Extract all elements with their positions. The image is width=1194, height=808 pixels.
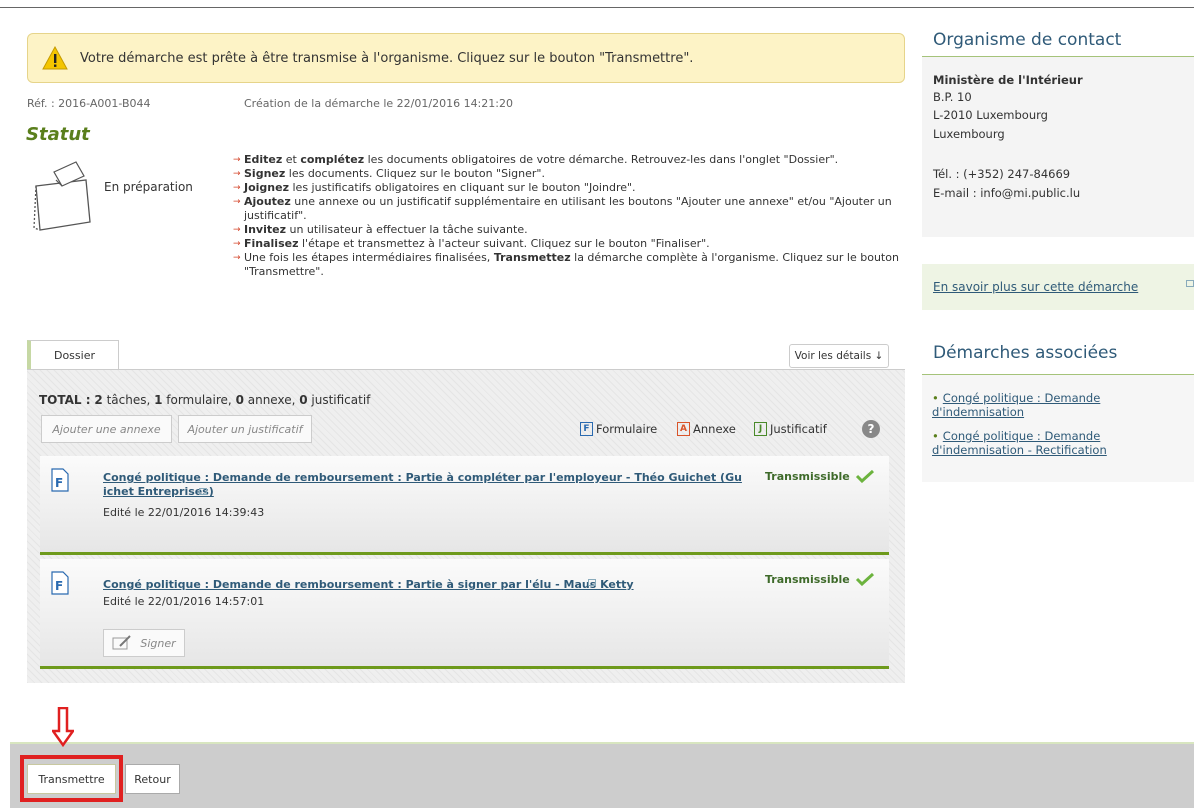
task-edited: Edité le 22/01/2016 14:57:01 (103, 595, 265, 608)
associated-title: Démarches associées (933, 343, 1118, 363)
check-icon (855, 469, 874, 483)
form-file-icon: F (51, 468, 69, 492)
step-item: Joignez les justificatifs obligatoires e… (233, 181, 905, 195)
contact-email: E-mail : info@mi.public.lu (933, 186, 1081, 200)
notice-text: Votre démarche est prête à être transmis… (80, 50, 694, 66)
legend-annex: A Annexe (677, 422, 736, 436)
associated-box: • Congé politique : Demande d'indemnisati… (922, 374, 1194, 482)
check-icon (855, 572, 874, 586)
step-item: Signez les documents. Cliquez sur le bou… (233, 167, 905, 181)
annex-icon: A (677, 422, 690, 436)
step-item: Une fois les étapes intermédiaires final… (233, 251, 905, 279)
folder-icon (33, 161, 91, 231)
legend-justif: J Justificatif (754, 422, 827, 436)
status-title: Statut (26, 124, 90, 145)
creation-date: Création de la démarche le 22/01/2016 14… (244, 97, 513, 110)
contact-address-line: L-2010 Luxembourg (933, 108, 1048, 122)
legend-form: F Formulaire (580, 422, 657, 436)
contact-box: Ministère de l'Intérieur B.P. 10 L-2010 … (922, 56, 1194, 237)
reference: Réf. : 2016-A001-B044 (27, 97, 151, 110)
signature-icon (112, 635, 132, 650)
external-link-icon (588, 579, 596, 586)
external-link-icon (1186, 280, 1194, 287)
tab-dossier[interactable]: Dossier (27, 340, 119, 370)
total-summary: TOTAL : 2 tâches, 1 formulaire, 0 annexe… (39, 393, 371, 407)
task-state: Transmissible (765, 469, 875, 483)
more-info-box: En savoir plus sur cette démarche (922, 264, 1194, 310)
footer-bar (10, 742, 1194, 808)
task-state: Transmissible (765, 572, 875, 586)
form-icon: F (580, 422, 593, 436)
back-button[interactable]: Retour (125, 764, 180, 794)
ready-notice: Votre démarche est prête à être transmis… (27, 33, 905, 83)
step-item: Invitez un utilisateur à effectuer la tâ… (233, 223, 905, 237)
svg-text:F: F (55, 579, 63, 593)
task-title-link[interactable]: Congé politique : Demande de rembourseme… (103, 578, 634, 592)
associated-item: • Congé politique : Demande d'indemnisati… (932, 391, 1194, 419)
bullet-icon: • (932, 391, 939, 405)
task-edited: Edité le 22/01/2016 14:39:43 (103, 506, 265, 519)
associated-item: • Congé politique : Demande d'indemnisati… (932, 429, 1192, 457)
justificatif-icon: J (754, 422, 767, 436)
form-file-icon: F (51, 571, 69, 595)
svg-text:F: F (55, 476, 63, 490)
step-item: Editez et complétez les documents obliga… (233, 153, 905, 167)
add-annex-button[interactable]: Ajouter une annexe (41, 415, 172, 443)
step-item: Ajoutez une annexe ou un justificatif su… (233, 195, 905, 223)
step-item: Finalisez l'étape et transmettez à l'act… (233, 237, 905, 251)
steps-list: Editez et complétez les documents obliga… (233, 153, 905, 279)
arrow-down-icon (52, 707, 74, 747)
associated-link[interactable]: Congé politique : Demande d'indemnisatio… (932, 429, 1107, 457)
top-rule (0, 0, 1194, 8)
contact-phone: Tél. : (+352) 247-84669 (933, 167, 1071, 181)
contact-name: Ministère de l'Intérieur (933, 73, 1083, 87)
transmit-button[interactable]: Transmettre (27, 764, 116, 794)
contact-title: Organisme de contact (933, 30, 1122, 50)
show-details-button[interactable]: Voir les détails ↓ (789, 344, 889, 368)
status-value: En préparation (104, 180, 193, 194)
add-justificatif-button[interactable]: Ajouter un justificatif (178, 415, 312, 443)
dossier-panel: TOTAL : 2 tâches, 1 formulaire, 0 annexe… (27, 369, 905, 683)
associated-link[interactable]: Congé politique : Demande d'indemnisatio… (932, 391, 1100, 419)
task-card: F Congé politique : Demande de rembourse… (40, 456, 889, 555)
contact-address-line: B.P. 10 (933, 90, 972, 104)
bullet-icon: • (932, 429, 939, 443)
help-icon[interactable]: ? (862, 420, 880, 438)
sign-button[interactable]: Signer (103, 629, 185, 657)
warning-icon (42, 46, 68, 70)
external-link-icon (199, 488, 207, 495)
task-card: F Congé politique : Demande de rembourse… (40, 559, 889, 669)
more-info-link[interactable]: En savoir plus sur cette démarche (933, 280, 1138, 294)
contact-address-line: Luxembourg (933, 127, 1005, 141)
